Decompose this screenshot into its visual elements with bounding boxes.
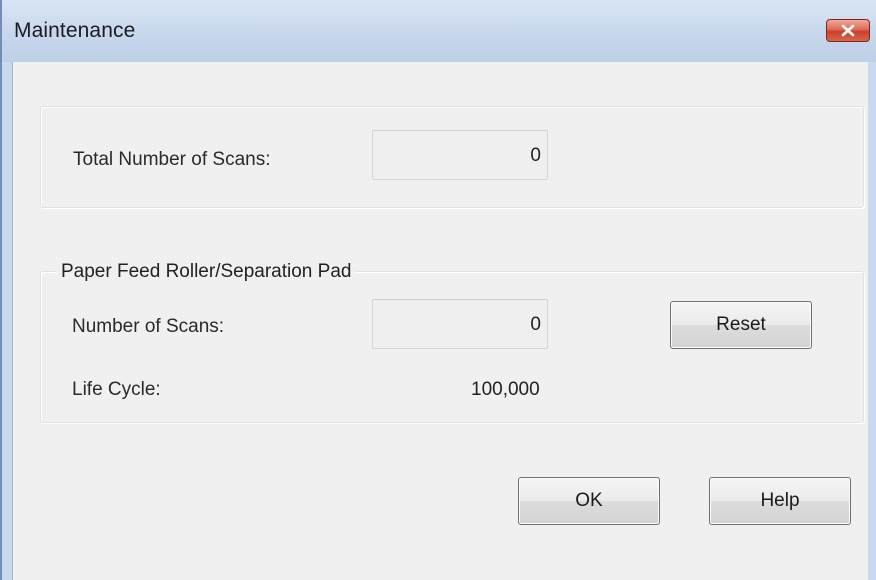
roller-scans-field: 0 [372, 299, 548, 349]
title-bar: Maintenance [2, 0, 876, 62]
life-cycle-value: 100,000 [471, 379, 540, 400]
maintenance-dialog: Maintenance Total Number of Scans: 0 Pap… [0, 0, 876, 580]
help-button[interactable]: Help [709, 477, 851, 525]
total-scans-label: Total Number of Scans: [73, 149, 271, 170]
reset-button[interactable]: Reset [670, 301, 812, 349]
life-cycle-label: Life Cycle: [72, 379, 161, 400]
dialog-body: Total Number of Scans: 0 Paper Feed Roll… [12, 62, 868, 580]
window-title: Maintenance [14, 19, 136, 42]
close-button[interactable] [826, 19, 870, 42]
close-icon [840, 24, 856, 37]
ok-button[interactable]: OK [518, 477, 660, 525]
total-scans-field: 0 [372, 130, 548, 180]
roller-scans-label: Number of Scans: [72, 316, 225, 337]
roller-group-caption: Paper Feed Roller/Separation Pad [57, 261, 356, 283]
